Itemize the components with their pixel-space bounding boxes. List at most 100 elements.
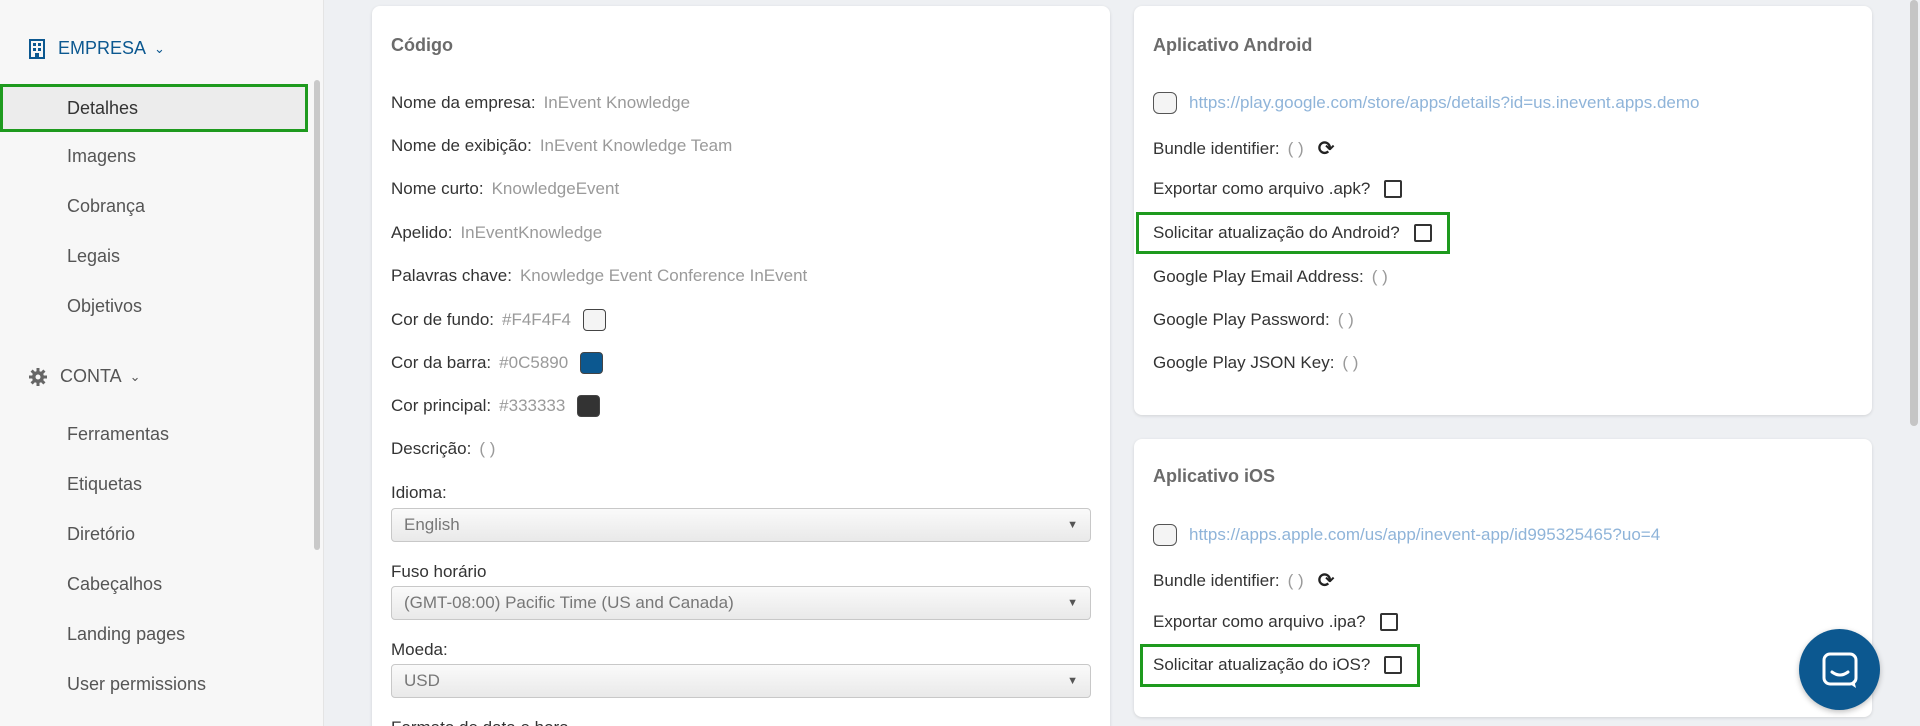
company-details-card: Código Nome da empresa: InEvent Knowledg… — [372, 6, 1110, 726]
field-main-color[interactable]: Cor principal: #333333 — [391, 395, 601, 417]
currency-select[interactable]: USD ▼ — [391, 664, 1091, 698]
field-short-name[interactable]: Nome curto: KnowledgeEvent — [391, 179, 619, 199]
field-value: ( ) — [479, 439, 496, 458]
link-checkbox[interactable] — [1153, 92, 1177, 114]
android-json-row: Google Play JSON Key: ( ) — [1153, 353, 1358, 373]
sidebar-item-landing-pages[interactable]: Landing pages — [67, 624, 185, 645]
field-value: ( ) — [1287, 138, 1304, 158]
language-select[interactable]: English ▼ — [391, 508, 1091, 542]
link-checkbox[interactable] — [1153, 524, 1177, 546]
sidebar-item-etiquetas[interactable]: Etiquetas — [67, 474, 142, 495]
field-value: #F4F4F4 — [502, 310, 571, 329]
android-store-link[interactable]: https://play.google.com/store/apps/detai… — [1189, 93, 1699, 113]
sidebar-item-objetivos[interactable]: Objetivos — [67, 296, 142, 317]
page-scrollbar[interactable] — [1910, 0, 1918, 426]
section-conta-label: CONTA — [60, 366, 122, 386]
sidebar-scrollbar[interactable] — [314, 80, 320, 550]
refresh-icon[interactable]: ⟳ — [1318, 136, 1335, 161]
field-display-name[interactable]: Nome de exibição: InEvent Knowledge Team — [391, 136, 732, 156]
update-android-checkbox[interactable] — [1413, 224, 1432, 242]
export-apk-checkbox[interactable] — [1384, 180, 1403, 198]
sidebar-item-cobranca[interactable]: Cobrança — [67, 196, 145, 217]
sidebar-item-user-permissions[interactable]: User permissions — [67, 674, 206, 695]
ios-app-card: Aplicativo iOS https://apps.apple.com/us… — [1134, 439, 1872, 717]
field-value: Knowledge Event Conference InEvent — [519, 266, 808, 285]
sidebar-item-legais[interactable]: Legais — [67, 246, 120, 267]
field-description[interactable]: Descrição: ( ) — [391, 439, 495, 459]
sidebar-item-ferramentas[interactable]: Ferramentas — [67, 424, 169, 445]
field-label: Nome curto: — [391, 179, 484, 198]
field-label: Apelido: — [391, 223, 453, 242]
field-background-color[interactable]: Cor de fundo: #F4F4F4 — [391, 309, 606, 331]
section-conta[interactable]: CONTA ⌄ — [28, 366, 141, 387]
chat-launcher-button[interactable] — [1799, 629, 1880, 710]
gear-icon — [29, 367, 47, 386]
field-label: Google Play JSON Key: — [1153, 353, 1335, 372]
caret-down-icon: ▼ — [1067, 519, 1078, 531]
building-icon — [29, 38, 45, 59]
field-keywords[interactable]: Palavras chave: Knowledge Event Conferen… — [391, 266, 807, 286]
field-label: Exportar como arquivo .apk? — [1153, 179, 1371, 198]
field-company-name[interactable]: Nome da empresa: InEvent Knowledge — [391, 93, 690, 113]
android-export-row: Exportar como arquivo .apk? — [1153, 179, 1403, 199]
export-ipa-checkbox[interactable] — [1379, 613, 1398, 631]
field-label: Palavras chave: — [391, 266, 512, 285]
chevron-down-icon: ⌄ — [129, 368, 141, 384]
section-empresa[interactable]: EMPRESA ⌄ — [28, 38, 165, 59]
refresh-icon[interactable]: ⟳ — [1318, 568, 1335, 593]
field-value: InEventKnowledge — [460, 223, 603, 242]
sidebar: EMPRESA ⌄ Detalhes Imagens Cobrança Lega… — [0, 0, 324, 726]
date-format-label: Formato de data e hora — [391, 718, 569, 726]
field-label: Descrição: — [391, 439, 472, 458]
chat-icon — [1822, 652, 1857, 688]
timezone-select-value: (GMT-08:00) Pacific Time (US and Canada) — [404, 593, 734, 612]
field-label: Solicitar atualização do iOS? — [1153, 655, 1371, 674]
field-value: ( ) — [1287, 570, 1304, 590]
field-label: Bundle identifier: — [1153, 138, 1280, 158]
android-email-row: Google Play Email Address: ( ) — [1153, 267, 1388, 287]
color-swatch[interactable] — [577, 395, 601, 417]
field-label: Nome da empresa: — [391, 93, 536, 112]
field-label: Solicitar atualização do Android? — [1153, 223, 1400, 242]
android-password-row: Google Play Password: ( ) — [1153, 310, 1354, 330]
sidebar-item-cabecalhos[interactable]: Cabeçalhos — [67, 574, 162, 595]
language-select-value: English — [404, 515, 460, 534]
field-label: Cor da barra: — [391, 353, 492, 372]
sidebar-item-imagens[interactable]: Imagens — [67, 146, 136, 167]
field-label: Cor principal: — [391, 396, 492, 415]
caret-down-icon: ▼ — [1067, 675, 1078, 687]
sidebar-item-detalhes[interactable]: Detalhes — [0, 84, 308, 132]
android-store-link-row: https://play.google.com/store/apps/detai… — [1153, 92, 1699, 114]
update-ios-checkbox[interactable] — [1384, 656, 1403, 674]
chevron-down-icon: ⌄ — [154, 40, 165, 56]
section-empresa-label: EMPRESA — [58, 38, 147, 58]
field-label: Cor de fundo: — [391, 310, 495, 329]
ios-store-link[interactable]: https://apps.apple.com/us/app/inevent-ap… — [1189, 525, 1660, 545]
timezone-select[interactable]: (GMT-08:00) Pacific Time (US and Canada)… — [391, 586, 1091, 620]
card-title: Aplicativo iOS — [1153, 466, 1276, 486]
field-nickname[interactable]: Apelido: InEventKnowledge — [391, 223, 602, 243]
card-title: Aplicativo Android — [1153, 35, 1313, 55]
field-bar-color[interactable]: Cor da barra: #0C5890 — [391, 352, 604, 374]
field-label: Bundle identifier: — [1153, 570, 1280, 590]
timezone-label: Fuso horário — [391, 562, 487, 581]
color-swatch[interactable] — [580, 352, 604, 374]
field-value: ( ) — [1342, 353, 1359, 372]
field-value: ( ) — [1371, 267, 1388, 286]
field-value: ( ) — [1337, 310, 1354, 329]
ios-bundle-row: Bundle identifier: ( ) ⟳ — [1153, 568, 1334, 593]
field-label: Exportar como arquivo .ipa? — [1153, 612, 1366, 631]
field-value: InEvent Knowledge Team — [539, 136, 733, 155]
sidebar-item-diretorio[interactable]: Diretório — [67, 524, 135, 545]
card-title: Código — [391, 35, 453, 55]
field-label: Nome de exibição: — [391, 136, 532, 155]
android-bundle-row: Bundle identifier: ( ) ⟳ — [1153, 136, 1334, 161]
currency-label: Moeda: — [391, 640, 448, 659]
android-app-card: Aplicativo Android https://play.google.c… — [1134, 6, 1872, 415]
field-value: #0C5890 — [499, 353, 569, 372]
color-swatch[interactable] — [583, 309, 606, 331]
caret-down-icon: ▼ — [1067, 597, 1078, 609]
language-label: Idioma: — [391, 483, 447, 502]
android-update-row: Solicitar atualização do Android? — [1153, 223, 1432, 243]
ios-update-row: Solicitar atualização do iOS? — [1153, 655, 1403, 675]
